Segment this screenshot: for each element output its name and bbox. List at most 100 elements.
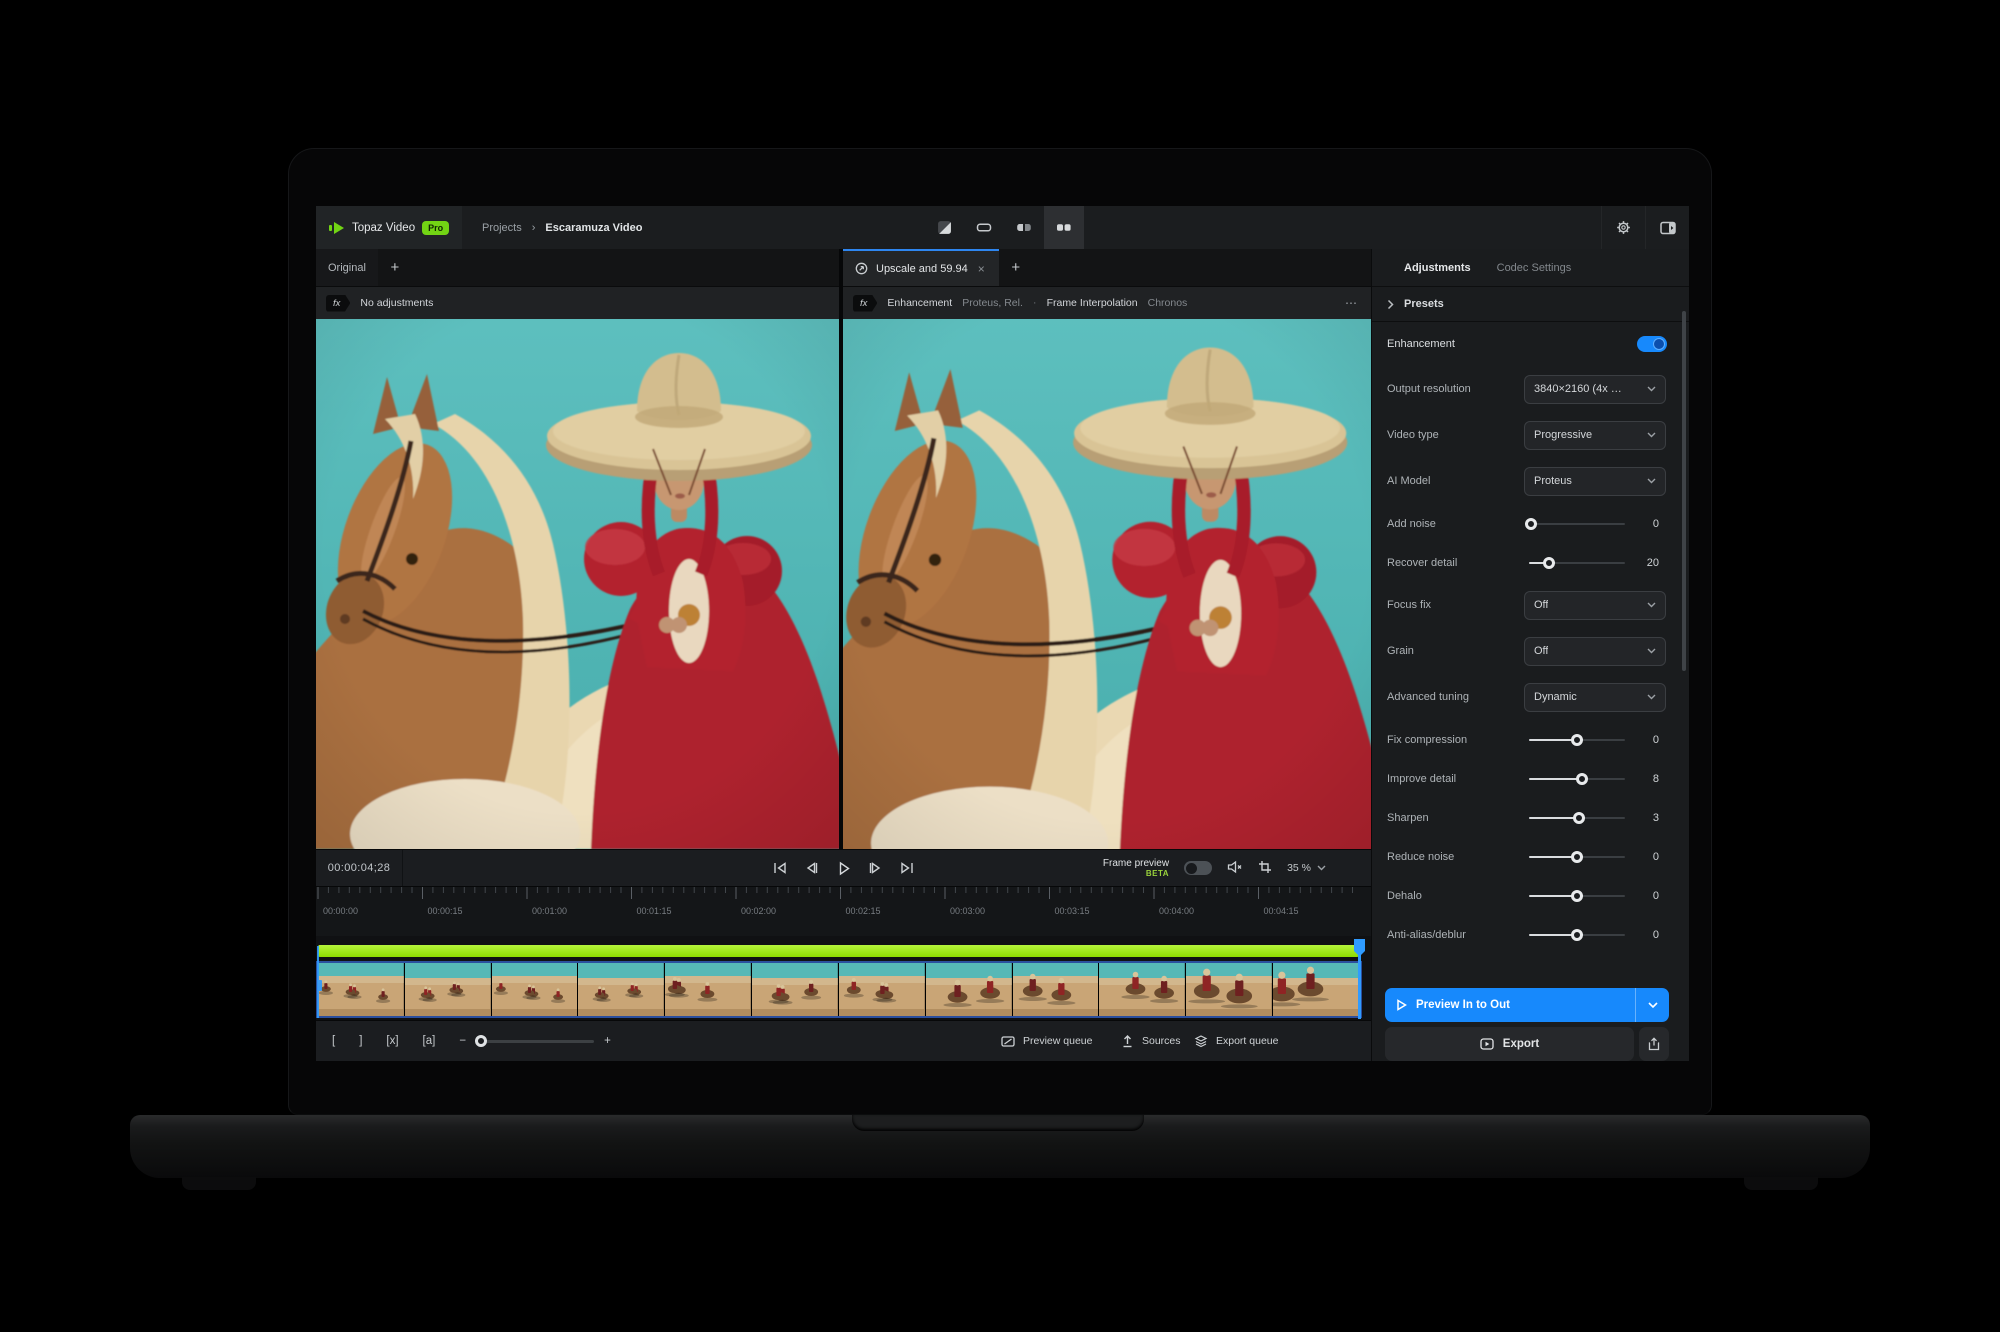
sources-button[interactable]: Sources (1121, 1034, 1181, 1048)
sharpen-slider[interactable]: 3 (1524, 812, 1666, 824)
zoom-level-value: 35 % (1287, 862, 1311, 874)
filmstrip-frame (926, 963, 1013, 1016)
view-mode-split[interactable] (1004, 206, 1044, 249)
filter-more-icon[interactable]: ⋯ (1345, 296, 1359, 310)
tab-close-icon[interactable]: × (976, 262, 987, 276)
laptop-foot-right (1744, 1177, 1818, 1190)
pro-badge: Pro (422, 221, 449, 235)
playhead[interactable] (1353, 939, 1366, 1019)
enhancement-row: Enhancement (1372, 322, 1689, 366)
control-row-anti-alias-deblur: Anti-alias/deblur0 (1372, 915, 1689, 954)
panel-toggle-button[interactable] (1645, 206, 1689, 249)
upscale-video-preview[interactable] (843, 319, 1371, 849)
tab-codec-settings[interactable]: Codec Settings (1497, 262, 1572, 274)
improve-detail-slider[interactable]: 8 (1524, 773, 1666, 785)
enhancement-toggle[interactable] (1637, 336, 1667, 352)
filmstrip-frame-image (752, 963, 838, 1016)
control-row-focus-fix: Focus fixOff (1372, 582, 1689, 628)
fix-compression-slider[interactable]: 0 (1524, 734, 1666, 746)
tab-upscale-label: Upscale and 59.94 (876, 263, 968, 275)
zoom-level-dropdown[interactable]: 35 % (1287, 862, 1326, 874)
breadcrumb-projects[interactable]: Projects (482, 222, 522, 234)
fx-icon: fx (326, 295, 350, 312)
laptop-foot-left (182, 1177, 256, 1190)
video-type-dropdown[interactable]: Progressive (1524, 421, 1666, 450)
skip-start-button[interactable] (768, 857, 791, 880)
output-resolution-dropdown[interactable]: 3840×2160 (4x … (1524, 375, 1666, 404)
timeline-ruler[interactable]: 00:00:0000:00:1500:01:0000:01:1500:02:00… (316, 886, 1371, 936)
timeline-zoom-out-button[interactable]: − (459, 1035, 466, 1047)
add-noise-slider[interactable]: 0 (1524, 518, 1666, 530)
recover-detail-slider[interactable]: 20 (1524, 557, 1666, 569)
export-button[interactable]: Export (1385, 1027, 1634, 1061)
view-mode-comparison[interactable] (924, 206, 964, 249)
view-mode-side-by-side[interactable] (1044, 206, 1084, 249)
add-tab-button-left[interactable]: + (378, 249, 412, 286)
chevron-down-icon (1647, 432, 1656, 438)
step-forward-button[interactable] (864, 857, 887, 880)
advanced-tuning-dropdown[interactable]: Dynamic (1524, 683, 1666, 712)
presets-section[interactable]: Presets (1372, 287, 1689, 322)
auto-in-out-button[interactable]: [a] (423, 1035, 436, 1047)
frame-preview-toggle[interactable] (1184, 861, 1212, 875)
filter-enhancement-detail: Proteus, Rel. (962, 297, 1023, 309)
view-mode-switcher (924, 206, 1084, 249)
settings-button[interactable] (1601, 206, 1645, 249)
export-queue-label: Export queue (1216, 1035, 1278, 1047)
tab-adjustments[interactable]: Adjustments (1404, 262, 1471, 274)
view-mode-single[interactable] (964, 206, 1004, 249)
focus-fix-dropdown[interactable]: Off (1524, 591, 1666, 620)
preview-options-button[interactable] (1635, 988, 1669, 1022)
filmstrip-frame (1099, 963, 1186, 1016)
crop-button[interactable] (1258, 860, 1272, 877)
mark-out-button[interactable]: ] (359, 1035, 362, 1047)
step-back-button[interactable] (800, 857, 823, 880)
mark-in-button[interactable]: [ (332, 1035, 335, 1047)
dehalo-label: Dehalo (1387, 890, 1422, 902)
audio-button[interactable] (1227, 860, 1243, 877)
filter-enhancement[interactable]: Enhancement (887, 297, 952, 309)
filmstrip-frame-image (578, 963, 664, 1016)
split-view-icon (1016, 220, 1032, 235)
laptop-lid-notch (852, 1115, 1144, 1131)
svg-text:00:04:00: 00:04:00 (1159, 906, 1194, 916)
original-video-frame (316, 319, 839, 849)
preview-queue-button[interactable]: Preview queue (1001, 1035, 1092, 1048)
clear-in-out-button[interactable]: [x] (386, 1035, 398, 1047)
skip-start-icon (772, 861, 787, 875)
reduce-noise-slider[interactable]: 0 (1524, 851, 1666, 863)
sidebar-scrollbar[interactable] (1682, 311, 1686, 671)
filter-frame-interpolation[interactable]: Frame Interpolation (1047, 297, 1138, 309)
timeline-zoom-control: − + (459, 1035, 610, 1047)
filmstrip-frame (405, 963, 492, 1016)
ai-model-dropdown[interactable]: Proteus (1524, 467, 1666, 496)
anti-alias-deblur-slider[interactable]: 0 (1524, 929, 1666, 941)
filter-separator: · (1033, 297, 1037, 309)
upscale-filter-bar: fx Enhancement Proteus, Rel. · Frame Int… (843, 287, 1371, 319)
add-tab-button-right[interactable]: + (999, 249, 1033, 286)
original-video-preview[interactable] (316, 319, 839, 849)
control-row-fix-compression: Fix compression 0 (1372, 720, 1689, 759)
play-button[interactable] (832, 857, 855, 880)
sharpen-value: 3 (1629, 812, 1659, 824)
timeline-zoom-slider[interactable] (476, 1040, 594, 1043)
in-point-marker[interactable] (317, 946, 319, 1018)
stage: Topaz Video Pro Projects › Escaramuza Vi… (0, 0, 2000, 1332)
tab-upscale[interactable]: Upscale and 59.94 × (843, 249, 999, 286)
filmstrip-frame (1013, 963, 1100, 1016)
export-queue-button[interactable]: Export queue (1194, 1034, 1278, 1048)
grain-dropdown[interactable]: Off (1524, 637, 1666, 666)
filmstrip[interactable] (316, 961, 1362, 1018)
grain-label: Grain (1387, 645, 1414, 657)
brand-logo: Topaz Video Pro (316, 206, 462, 249)
fix-compression-label: Fix compression (1387, 734, 1467, 746)
original-filter-label: No adjustments (360, 297, 433, 309)
chevron-right-icon (1387, 299, 1394, 310)
original-pane: Original + fx No adjustments (316, 249, 839, 849)
skip-end-button[interactable] (896, 857, 919, 880)
tab-original[interactable]: Original (316, 249, 378, 286)
preview-in-to-out-button[interactable]: Preview In to Out (1385, 988, 1669, 1022)
share-button[interactable] (1639, 1027, 1669, 1061)
timeline-zoom-in-button[interactable]: + (604, 1035, 611, 1047)
dehalo-slider[interactable]: 0 (1524, 890, 1666, 902)
